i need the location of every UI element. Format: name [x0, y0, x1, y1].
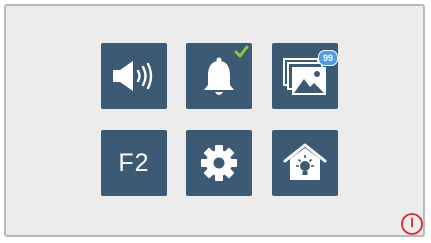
f2-label: F2 [118, 148, 150, 177]
device-screen: 99 F2 [4, 4, 425, 237]
power-button[interactable] [400, 212, 424, 236]
doorbell-button[interactable] [186, 43, 252, 109]
checkmark-icon [234, 45, 249, 58]
settings-button[interactable] [186, 130, 252, 196]
volume-button[interactable] [101, 43, 167, 109]
power-icon [401, 213, 423, 235]
home-light-button[interactable] [272, 130, 338, 196]
f2-button[interactable]: F2 [101, 130, 167, 196]
home-light-icon [283, 143, 327, 180]
gear-icon [201, 145, 237, 181]
gallery-count-badge: 99 [318, 50, 338, 66]
speaker-volume-icon [113, 61, 153, 91]
